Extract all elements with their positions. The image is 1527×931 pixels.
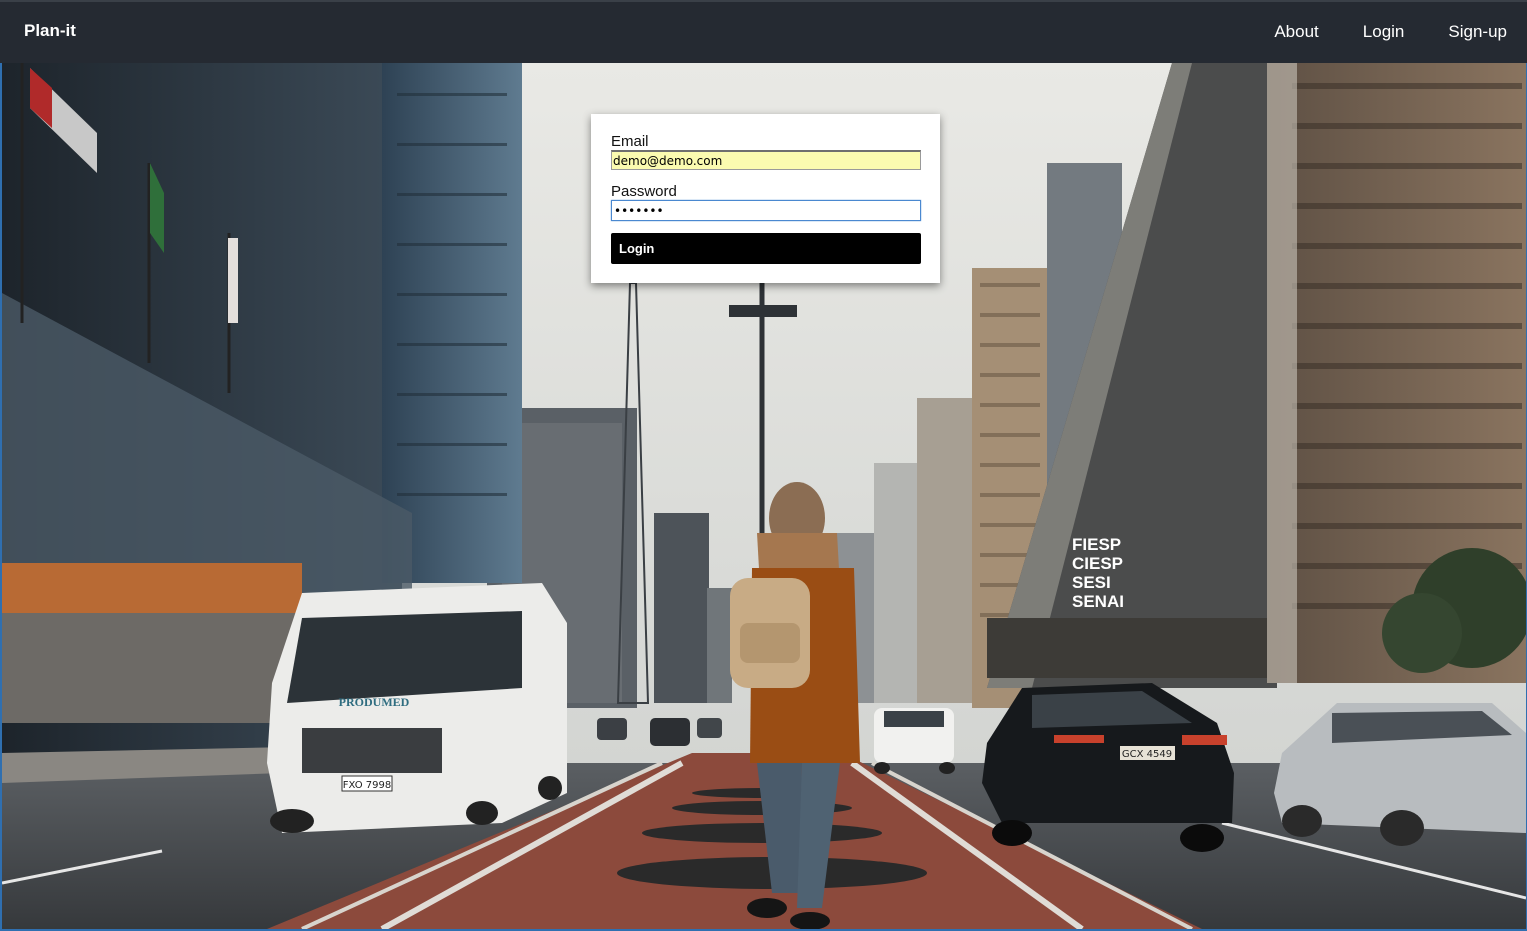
email-field[interactable] — [611, 150, 921, 170]
password-field[interactable] — [611, 200, 921, 221]
building-sign-line: CIESP — [1072, 554, 1123, 573]
building-sign-line: FIESP — [1072, 535, 1121, 554]
white-van: FXO 7998 PRODUMED — [267, 583, 567, 833]
page: Plan-it About Login Sign-up FIESP CIESP … — [0, 0, 1527, 931]
brand-logo-link[interactable]: Plan-it — [24, 21, 76, 41]
nav-link-login[interactable]: Login — [1363, 22, 1405, 42]
nav-link-about[interactable]: About — [1274, 22, 1318, 42]
login-submit-button[interactable]: Login — [611, 233, 921, 264]
password-label: Password — [611, 183, 677, 200]
van-brand-label: PRODUMED — [339, 695, 410, 709]
building-sign-line: SENAI — [1072, 592, 1124, 611]
building-sign-line: SESI — [1072, 573, 1111, 592]
login-form: Email Password Login — [591, 114, 940, 283]
van-license-plate: FXO 7998 — [343, 780, 391, 791]
nav-link-signup[interactable]: Sign-up — [1448, 22, 1507, 42]
car-license-plate: GCX 4549 — [1122, 749, 1172, 760]
top-navbar: Plan-it About Login Sign-up — [0, 0, 1527, 63]
nav-links: About Login Sign-up — [1274, 22, 1507, 42]
email-label: Email — [611, 133, 649, 150]
